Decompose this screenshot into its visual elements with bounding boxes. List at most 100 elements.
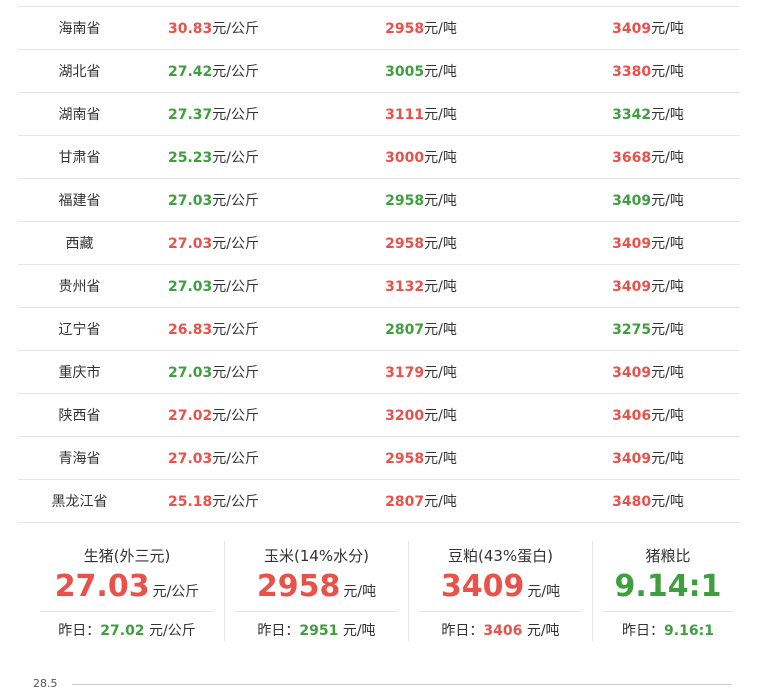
pig-price-unit: 元/公斤 <box>212 451 259 467</box>
pig-price-cell: 27.37元/公斤 <box>141 104 286 124</box>
previous-value: 2951 <box>299 623 339 639</box>
province-cell: 海南省 <box>58 21 101 37</box>
province-cell: 陕西省 <box>58 408 101 424</box>
corn-price-value: 2807 <box>385 322 425 338</box>
soy-price-value: 3409 <box>612 236 652 252</box>
corn-price-value: 3111 <box>385 107 425 123</box>
pig-price-value: 30.83 <box>167 21 213 37</box>
pig-price-value: 27.42 <box>167 64 213 80</box>
corn-price-cell: 3111元/吨 <box>286 104 556 124</box>
pig-price-value: 25.23 <box>167 150 213 166</box>
table-row: 甘肃省 25.23元/公斤 3000元/吨 3668元/吨 <box>18 136 740 179</box>
soy-price-value: 3342 <box>612 107 652 123</box>
soy-price-unit: 元/吨 <box>651 150 684 166</box>
soy-price-cell: 3409元/吨 <box>556 18 740 38</box>
soy-price-value: 3409 <box>612 279 652 295</box>
summary-value: 2958 <box>256 569 341 604</box>
corn-price-value: 2958 <box>385 21 425 37</box>
summary-divider <box>419 611 582 612</box>
summary-value: 9.14:1 <box>614 569 722 604</box>
pig-price-cell: 25.18元/公斤 <box>141 491 286 511</box>
corn-price-value: 2807 <box>385 494 425 510</box>
previous-unit: 元/吨 <box>338 623 376 639</box>
table-row: 西藏 27.03元/公斤 2958元/吨 3409元/吨 <box>18 222 740 265</box>
pig-price-cell: 26.83元/公斤 <box>141 319 286 339</box>
pig-price-unit: 元/公斤 <box>212 21 259 37</box>
soy-price-value: 3409 <box>612 365 652 381</box>
corn-price-cell: 2958元/吨 <box>286 233 556 253</box>
corn-price-value: 3005 <box>385 64 425 80</box>
pig-price-unit: 元/公斤 <box>212 150 259 166</box>
pig-price-value: 27.03 <box>167 365 213 381</box>
province-cell: 青海省 <box>58 451 101 467</box>
pig-price-value: 27.03 <box>167 451 213 467</box>
soy-price-value: 3275 <box>612 322 652 338</box>
pig-price-value: 27.37 <box>167 107 213 123</box>
pig-price-cell: 30.83元/公斤 <box>141 18 286 38</box>
corn-price-value: 2958 <box>385 451 425 467</box>
soy-price-cell: 3409元/吨 <box>556 190 740 210</box>
province-cell: 贵州省 <box>58 279 101 295</box>
summary-card: 生猪(外三元) 27.03 元/公斤 昨日：27.02 元/公斤 <box>30 541 224 641</box>
table-row: 黑龙江省 25.18元/公斤 2807元/吨 3480元/吨 <box>18 480 740 523</box>
summary-card: 豆粕(43%蛋白) 3409 元/吨 昨日：3406 元/吨 <box>408 541 592 641</box>
corn-price-unit: 元/吨 <box>424 451 457 467</box>
corn-price-unit: 元/吨 <box>424 107 457 123</box>
previous-value: 3406 <box>483 623 523 639</box>
summary-unit: 元/公斤 <box>152 584 200 600</box>
pig-price-unit: 元/公斤 <box>212 365 259 381</box>
province-cell: 甘肃省 <box>58 150 101 166</box>
corn-price-unit: 元/吨 <box>424 21 457 37</box>
pig-price-cell: 27.03元/公斤 <box>141 190 286 210</box>
soy-price-value: 3409 <box>612 193 652 209</box>
corn-price-value: 2958 <box>385 236 425 252</box>
previous-value: 27.02 <box>100 623 145 639</box>
summary-title: 豆粕(43%蛋白) <box>447 547 554 565</box>
corn-price-unit: 元/吨 <box>424 279 457 295</box>
summary-value-row: 3409 元/吨 <box>409 567 592 607</box>
summary-title: 猪粮比 <box>645 547 691 565</box>
summary-panel: 生猪(外三元) 27.03 元/公斤 昨日：27.02 元/公斤 玉米(14%水分) 29… <box>30 541 740 641</box>
soy-price-unit: 元/吨 <box>651 451 684 467</box>
pig-price-value: 27.03 <box>167 193 213 209</box>
corn-price-cell: 3132元/吨 <box>286 276 556 296</box>
corn-price-value: 3200 <box>385 408 425 424</box>
summary-previous: 昨日：27.02 元/公斤 <box>30 620 224 640</box>
corn-price-cell: 2958元/吨 <box>286 190 556 210</box>
soy-price-unit: 元/吨 <box>651 494 684 510</box>
table-row: 贵州省 27.03元/公斤 3132元/吨 3409元/吨 <box>18 265 740 308</box>
summary-divider <box>603 611 733 612</box>
pig-price-cell: 27.03元/公斤 <box>141 448 286 468</box>
previous-label: 昨日： <box>622 623 665 639</box>
corn-price-unit: 元/吨 <box>424 236 457 252</box>
previous-label: 昨日： <box>441 623 484 639</box>
soy-price-unit: 元/吨 <box>651 322 684 338</box>
pig-price-cell: 25.23元/公斤 <box>141 147 286 167</box>
summary-previous: 昨日：2951 元/吨 <box>225 620 408 640</box>
pig-price-cell: 27.03元/公斤 <box>141 233 286 253</box>
soy-price-cell: 3275元/吨 <box>556 319 740 339</box>
soy-price-cell: 3668元/吨 <box>556 147 740 167</box>
corn-price-cell: 2958元/吨 <box>286 18 556 38</box>
corn-price-unit: 元/吨 <box>424 322 457 338</box>
province-cell: 重庆市 <box>58 365 101 381</box>
pig-price-unit: 元/公斤 <box>212 193 259 209</box>
soy-price-value: 3668 <box>612 150 652 166</box>
soy-price-unit: 元/吨 <box>651 365 684 381</box>
summary-unit: 元/吨 <box>343 584 377 600</box>
soy-price-cell: 3409元/吨 <box>556 276 740 296</box>
corn-price-cell: 2958元/吨 <box>286 448 556 468</box>
pig-price-unit: 元/公斤 <box>212 279 259 295</box>
pig-price-value: 27.03 <box>167 279 213 295</box>
summary-previous: 昨日：9.16:1 <box>593 620 743 640</box>
province-cell: 湖北省 <box>58 64 101 80</box>
soy-price-cell: 3409元/吨 <box>556 362 740 382</box>
corn-price-cell: 2807元/吨 <box>286 319 556 339</box>
price-table: 海南省 30.83元/公斤 2958元/吨 3409元/吨 湖北省 27.42元/公斤 30… <box>18 6 740 523</box>
table-row: 陕西省 27.02元/公斤 3200元/吨 3406元/吨 <box>18 394 740 437</box>
summary-value: 27.03 <box>54 569 150 604</box>
pig-price-unit: 元/公斤 <box>212 64 259 80</box>
pig-price-unit: 元/公斤 <box>212 494 259 510</box>
soy-price-unit: 元/吨 <box>651 236 684 252</box>
pig-price-unit: 元/公斤 <box>212 408 259 424</box>
